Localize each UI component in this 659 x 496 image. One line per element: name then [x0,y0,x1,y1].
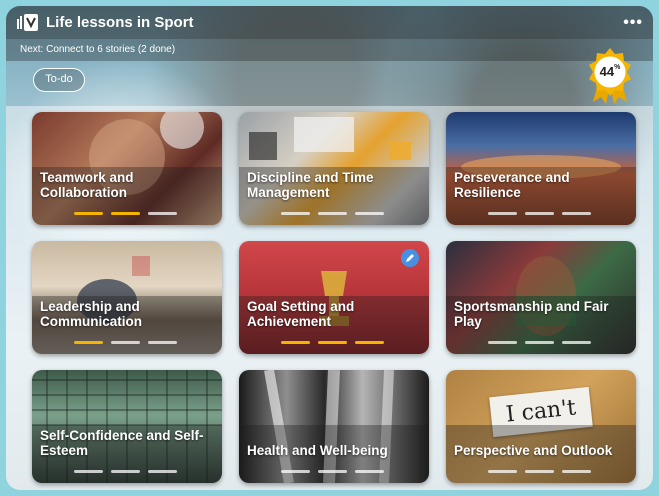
progress-badge-unit: % [614,64,621,71]
story-progress [281,212,384,215]
story-progress [281,341,384,344]
story-card-label: Leadership and Communication [40,299,143,329]
progress-badge: 44% [585,46,635,106]
story-card-label: Health and Well-being [247,443,388,458]
story-progress [488,212,591,215]
card-sign-text: I can't [504,395,578,428]
story-card-label: Sportsmanship and Fair Play [454,299,609,329]
story-card-label: Discipline and Time Management [247,170,374,200]
story-progress [488,470,591,473]
story-card-label: Perspective and Outlook [454,443,613,458]
next-goal-text: Next: Connect to 6 stories (2 done) [20,44,176,55]
story-card-label: Perseverance and Resilience [454,170,570,200]
story-card-goal-setting[interactable]: Goal Setting and Achievement [239,241,429,354]
story-card-health[interactable]: Health and Well-being [239,370,429,483]
story-card-sportsmanship[interactable]: Sportsmanship and Fair Play [446,241,636,354]
next-goal-banner: Next: Connect to 6 stories (2 done) [6,39,653,61]
story-card-leadership[interactable]: Leadership and Communication [32,241,222,354]
todo-button[interactable]: To-do [33,68,85,92]
story-progress [74,212,177,215]
story-card-discipline[interactable]: Discipline and Time Management [239,112,429,225]
story-card-label: Teamwork and Collaboration [40,170,134,200]
story-card-perseverance[interactable]: Perseverance and Resilience [446,112,636,225]
story-card-perspective[interactable]: I can't Perspective and Outlook [446,370,636,483]
story-card-label: Self-Confidence and Self-Esteem [40,428,204,458]
header-bar: Life lessons in Sport ••• [6,6,653,39]
app-logo-icon [16,13,40,33]
story-card-label: Goal Setting and Achievement [247,299,355,329]
app-window: Life lessons in Sport ••• Next: Connect … [6,6,653,490]
story-progress [74,341,177,344]
story-card-self-confidence[interactable]: Self-Confidence and Self-Esteem [32,370,222,483]
page-title: Life lessons in Sport [46,14,194,31]
more-options-icon[interactable]: ••• [623,14,643,32]
story-card-grid: Teamwork and Collaboration Discipline an… [32,112,636,483]
story-card-teamwork[interactable]: Teamwork and Collaboration [32,112,222,225]
story-progress [281,470,384,473]
story-progress [74,470,177,473]
progress-badge-value: 44 [599,64,615,79]
story-progress [488,341,591,344]
edit-icon[interactable] [401,249,419,267]
